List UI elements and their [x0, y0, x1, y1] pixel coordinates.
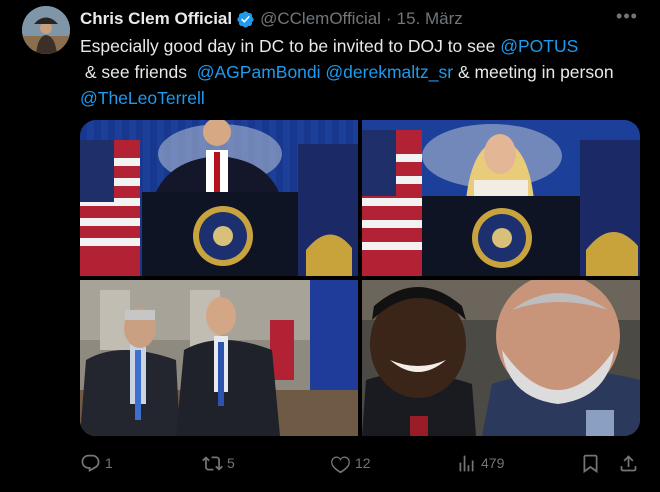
verified-badge-icon — [237, 10, 254, 28]
photo-selfie[interactable] — [362, 280, 640, 436]
mention-link[interactable]: @POTUS — [500, 36, 578, 56]
media-grid — [80, 120, 640, 436]
views-button[interactable]: 479 — [456, 450, 504, 476]
retweet-button[interactable]: 5 — [202, 450, 235, 476]
tweet-text: Especially good day in DC to be invited … — [80, 33, 646, 111]
photo-image — [362, 280, 640, 436]
reply-count: 1 — [105, 455, 113, 471]
photo-podium-speaker[interactable] — [362, 120, 640, 276]
photo-image — [362, 120, 640, 276]
views-count: 479 — [481, 455, 505, 471]
photo-two-men-hall[interactable] — [80, 280, 358, 436]
action-bar: 1 5 12 479 — [80, 450, 646, 476]
retweet-count: 5 — [227, 455, 235, 471]
tweet-header: Chris Clem Official @CClemOfficial · 15.… — [80, 8, 463, 30]
timestamp[interactable]: 15. März — [397, 9, 463, 29]
bookmark-button[interactable] — [580, 450, 601, 476]
mention-link[interactable]: @AGPamBondi — [197, 62, 321, 82]
avatar-image — [22, 6, 70, 54]
share-icon — [620, 454, 637, 471]
photo-image — [80, 280, 358, 436]
photo-image — [80, 120, 358, 276]
like-button[interactable]: 12 — [330, 450, 371, 476]
text-segment: Especially good day in DC to be invited … — [80, 36, 501, 56]
reply-icon — [81, 454, 100, 472]
tweet[interactable]: Chris Clem Official @CClemOfficial · 15.… — [0, 0, 660, 492]
like-count: 12 — [355, 455, 371, 471]
heart-icon — [331, 455, 350, 473]
mention-link[interactable]: @derekmaltz_sr — [325, 62, 453, 82]
photo-podium-potus[interactable] — [80, 120, 358, 276]
more-horizontal-icon: ••• — [616, 6, 638, 26]
separator: · — [385, 9, 392, 28]
share-button[interactable] — [618, 450, 639, 476]
avatar[interactable] — [22, 6, 70, 54]
bookmark-icon — [583, 454, 598, 473]
views-icon — [459, 455, 474, 471]
mention-link[interactable]: @TheLeoTerrell — [80, 88, 205, 108]
text-segment: & meeting in person — [453, 62, 614, 82]
text-segment: & see friends — [80, 62, 197, 82]
display-name[interactable]: Chris Clem Official — [80, 9, 232, 29]
reply-button[interactable]: 1 — [80, 450, 113, 476]
more-button[interactable]: ••• — [612, 6, 642, 30]
retweet-icon — [202, 455, 223, 471]
handle[interactable]: @CClemOfficial — [260, 9, 381, 29]
